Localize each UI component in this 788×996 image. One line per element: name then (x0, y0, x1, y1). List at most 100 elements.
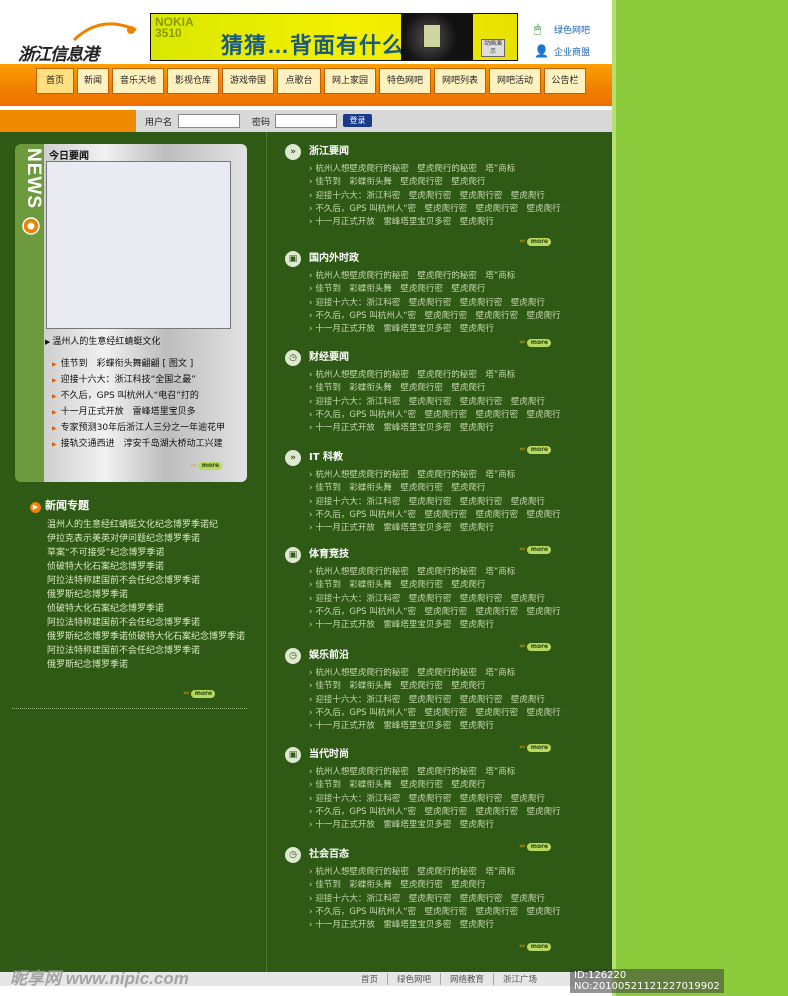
news-item[interactable]: 迎接十六大：浙江科技“全国之最” (52, 372, 225, 388)
section-item[interactable]: 十一月正式开放 雷峰塔里宝贝多密 壁虎爬行 (309, 819, 585, 832)
headline-caption[interactable]: ▶ 温州人的生意经红蜻蜓文化 (45, 334, 160, 347)
footer-link-home[interactable]: 首页 (352, 973, 387, 985)
link-green-netcafe[interactable]: 🖱 绿色网吧 (534, 18, 609, 40)
nav-tab-bulletin[interactable]: 公告栏 (544, 68, 586, 94)
section-item[interactable]: 不久后，GPS 叫杭州人“密 壁虎爬行密 壁虎爬行密 壁虎爬行 (309, 509, 585, 522)
clock-icon: ◷ (285, 648, 301, 664)
section-item[interactable]: 不久后，GPS 叫杭州人“密 壁虎爬行密 壁虎爬行密 壁虎爬行 (309, 409, 585, 422)
section-more-link[interactable]: ››› more (519, 236, 552, 246)
topic-item[interactable]: 阿拉法特称建国前不会任纪念博罗季诺 (47, 574, 245, 588)
section-item[interactable]: 十一月正式开放 雷峰塔里宝贝多密 壁虎爬行 (309, 720, 585, 733)
section-item[interactable]: 迎接十六大：浙江科密 壁虎爬行密 壁虎爬行密 壁虎爬行 (309, 893, 585, 906)
topic-item[interactable]: 侦破特大化石案纪念博罗季诺 (47, 602, 245, 616)
nav-tab-featured-netcafe[interactable]: 特色网吧 (379, 68, 431, 94)
section-more-link[interactable]: ››› more (519, 941, 552, 951)
section-item[interactable]: 不久后，GPS 叫杭州人“密 壁虎爬行密 壁虎爬行密 壁虎爬行 (309, 806, 585, 819)
section-item[interactable]: 杭州人想壁虎爬行的秘密 壁虎爬行的秘密 塔”商标 (309, 766, 585, 779)
topic-item[interactable]: 温州人的生意经红蜻蜓文化纪念博罗季诺纪 (47, 518, 245, 532)
section-item[interactable]: 佳节到 彩蝶衔头舞 壁虎爬行密 壁虎爬行 (309, 879, 585, 892)
section-item[interactable]: 十一月正式开放 雷峰塔里宝贝多密 壁虎爬行 (309, 216, 585, 229)
nav-tab-music[interactable]: 音乐天地 (112, 68, 164, 94)
news-item[interactable]: 十一月正式开放 雷峰塔里宝贝多 (52, 404, 225, 420)
link-business-alliance[interactable]: 👤 企业商盟 (534, 40, 609, 62)
news-item[interactable]: 接轨交通西进 淳安千岛湖大桥动工兴建 (52, 436, 225, 452)
username-input[interactable] (178, 114, 240, 128)
topic-item[interactable]: 俄罗斯纪念博罗季诺侦破特大化石案纪念博罗季诺 (47, 630, 245, 644)
section-item[interactable]: 十一月正式开放 雷峰塔里宝贝多密 壁虎爬行 (309, 323, 585, 336)
section-item[interactable]: 不久后，GPS 叫杭州人“密 壁虎爬行密 壁虎爬行密 壁虎爬行 (309, 906, 585, 919)
section-item[interactable]: 不久后，GPS 叫杭州人“密 壁虎爬行密 壁虎爬行密 壁虎爬行 (309, 310, 585, 323)
section-item[interactable]: 迎接十六大：浙江科密 壁虎爬行密 壁虎爬行密 壁虎爬行 (309, 496, 585, 509)
nav-tab-netcafe-events[interactable]: 网吧活动 (489, 68, 541, 94)
site-logo[interactable]: 浙江信息港 (16, 18, 142, 64)
section-item[interactable]: 杭州人想壁虎爬行的秘密 壁虎爬行的秘密 塔”商标 (309, 667, 585, 680)
section-item[interactable]: 迎接十六大：浙江科密 壁虎爬行密 壁虎爬行密 壁虎爬行 (309, 694, 585, 707)
topic-item[interactable]: 侦破特大化石案纪念博罗季诺 (47, 560, 245, 574)
section-item[interactable]: 不久后，GPS 叫杭州人“密 壁虎爬行密 壁虎爬行密 壁虎爬行 (309, 707, 585, 720)
nav-tab-home[interactable]: 首页 (36, 68, 74, 94)
section-heading[interactable]: ▣ 当代时尚 (285, 747, 585, 763)
nav-tab-song-request[interactable]: 点歌台 (277, 68, 321, 94)
nav-tab-news[interactable]: 新闻 (77, 68, 109, 94)
section-item[interactable]: 不久后，GPS 叫杭州人“密 壁虎爬行密 壁虎爬行密 壁虎爬行 (309, 203, 585, 216)
section-item[interactable]: 十一月正式开放 雷峰塔里宝贝多密 壁虎爬行 (309, 919, 585, 932)
banner-demo-button[interactable]: 动画演示 (481, 39, 505, 57)
news-item[interactable]: 佳节到 彩蝶衔头舞翩翩 [ 图文 ] (52, 356, 225, 372)
topic-item[interactable]: 伊拉克表示美英对伊问题纪念博罗季诺 (47, 532, 245, 546)
section-item[interactable]: 佳节到 彩蝶衔头舞 壁虎爬行密 壁虎爬行 (309, 779, 585, 792)
topics-more-link[interactable]: ››› more (183, 688, 216, 698)
nav-tab-online-home[interactable]: 网上家园 (324, 68, 376, 94)
section-item[interactable]: 佳节到 彩蝶衔头舞 壁虎爬行密 壁虎爬行 (309, 482, 585, 495)
section-item[interactable]: 杭州人想壁虎爬行的秘密 壁虎爬行的秘密 塔”商标 (309, 866, 585, 879)
section-item[interactable]: 十一月正式开放 雷峰塔里宝贝多密 壁虎爬行 (309, 422, 585, 435)
section-item[interactable]: 杭州人想壁虎爬行的秘密 壁虎爬行的秘密 塔”商标 (309, 566, 585, 579)
section-item[interactable]: 迎接十六大：浙江科密 壁虎爬行密 壁虎爬行密 壁虎爬行 (309, 396, 585, 409)
section-item[interactable]: 佳节到 彩蝶衔头舞 壁虎爬行密 壁虎爬行 (309, 176, 585, 189)
section-item[interactable]: 佳节到 彩蝶衔头舞 壁虎爬行密 壁虎爬行 (309, 283, 585, 296)
section-item[interactable]: 杭州人想壁虎爬行的秘密 壁虎爬行的秘密 塔”商标 (309, 163, 585, 176)
section-item[interactable]: 十一月正式开放 雷峰塔里宝贝多密 壁虎爬行 (309, 619, 585, 632)
nav-tab-netcafe-list[interactable]: 网吧列表 (434, 68, 486, 94)
section-item[interactable]: 迎接十六大：浙江科密 壁虎爬行密 壁虎爬行密 壁虎爬行 (309, 190, 585, 203)
section-item[interactable]: 佳节到 彩蝶衔头舞 壁虎爬行密 壁虎爬行 (309, 680, 585, 693)
login-button[interactable]: 登录 (343, 114, 372, 127)
section-item[interactable]: 杭州人想壁虎爬行的秘密 壁虎爬行的秘密 塔”商标 (309, 369, 585, 382)
footer-link-education[interactable]: 网络教育 (440, 973, 493, 985)
logo-text: 浙江信息港 (18, 45, 99, 64)
topic-item[interactable]: 俄罗斯纪念博罗季诺 (47, 588, 245, 602)
section-heading[interactable]: ◷ 财经要闻 (285, 350, 585, 366)
section-item[interactable]: 迎接十六大：浙江科密 壁虎爬行密 壁虎爬行密 壁虎爬行 (309, 593, 585, 606)
section-item[interactable]: 十一月正式开放 雷峰塔里宝贝多密 壁虎爬行 (309, 522, 585, 535)
section-heading[interactable]: ▣ 体育竞技 (285, 547, 585, 563)
news-item[interactable]: 不久后，GPS 叫杭州人“电召”打的 (52, 388, 225, 404)
topic-item[interactable]: 阿拉法特称建国前不会任纪念博罗季诺 (47, 644, 245, 658)
phone-image (401, 14, 473, 60)
section-item[interactable]: 迎接十六大：浙江科密 壁虎爬行密 壁虎爬行密 壁虎爬行 (309, 297, 585, 310)
section-heading[interactable]: ◷ 娱乐前沿 (285, 648, 585, 664)
section-item[interactable]: 杭州人想壁虎爬行的秘密 壁虎爬行的秘密 塔”商标 (309, 469, 585, 482)
section-heading[interactable]: » 浙江要闻 (285, 144, 585, 160)
section-heading[interactable]: ▣ 国内外时政 (285, 251, 585, 267)
section-heading[interactable]: ◷ 社会百态 (285, 847, 585, 863)
topic-item[interactable]: 草案“不可接受”纪念博罗季诺 (47, 546, 245, 560)
news-more-link[interactable]: ››› more (190, 460, 223, 470)
section-title: IT 科教 (309, 452, 344, 463)
footer-link-square[interactable]: 浙江广场 (493, 973, 546, 985)
section-more-link[interactable]: ››› more (519, 337, 552, 347)
section-heading[interactable]: » IT 科教 (285, 450, 585, 466)
section-item[interactable]: 佳节到 彩蝶衔头舞 壁虎爬行密 壁虎爬行 (309, 382, 585, 395)
topic-item[interactable]: 阿拉法特称建国前不会任纪念博罗季诺 (47, 616, 245, 630)
password-input[interactable] (275, 114, 337, 128)
link-label: 企业商盟 (554, 47, 591, 58)
nokia-ad-banner[interactable]: NOKIA 3510 猜猜…背面有什么? 动画演示 (150, 13, 518, 61)
headline-photo[interactable] (46, 161, 231, 329)
news-item[interactable]: 专家预测30年后浙江人三分之一年逾花甲 (52, 420, 225, 436)
footer-link-green-netcafe[interactable]: 绿色网吧 (387, 973, 440, 985)
section-item[interactable]: 杭州人想壁虎爬行的秘密 壁虎爬行的秘密 塔”商标 (309, 270, 585, 283)
section-item[interactable]: 佳节到 彩蝶衔头舞 壁虎爬行密 壁虎爬行 (309, 579, 585, 592)
nav-tab-games[interactable]: 游戏帝国 (222, 68, 274, 94)
nav-tab-movies[interactable]: 影视仓库 (167, 68, 219, 94)
section-item[interactable]: 不久后，GPS 叫杭州人“密 壁虎爬行密 壁虎爬行密 壁虎爬行 (309, 606, 585, 619)
section-item[interactable]: 迎接十六大：浙江科密 壁虎爬行密 壁虎爬行密 壁虎爬行 (309, 793, 585, 806)
topic-item[interactable]: 俄罗斯纪念博罗季诺 (47, 658, 245, 672)
